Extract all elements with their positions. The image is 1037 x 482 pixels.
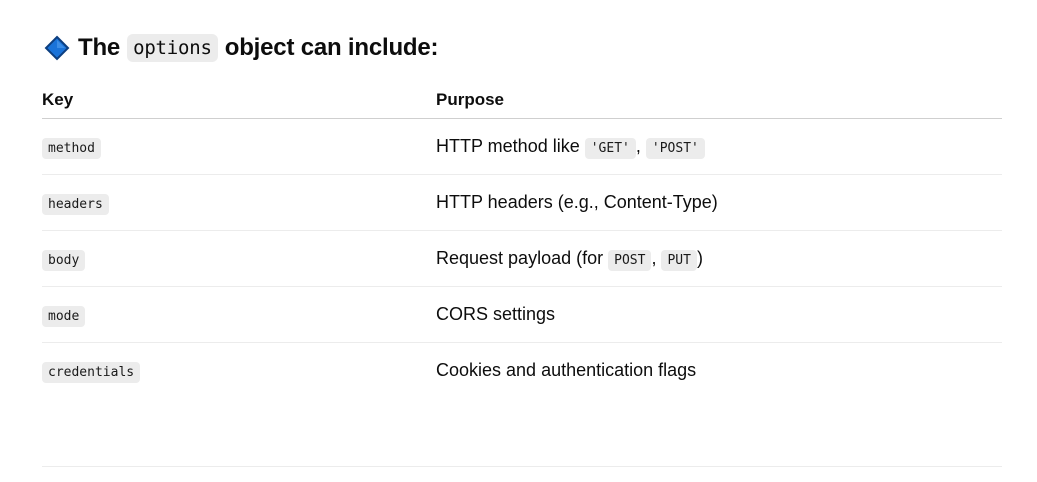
inline-code: 'GET' <box>584 138 636 159</box>
purpose-cell: HTTP headers (e.g., Content-Type) <box>436 174 1002 231</box>
table-row: method HTTP method like 'GET', 'POST' <box>42 118 1002 175</box>
purpose-cell: Request payload (for POST, PUT) <box>436 230 1002 287</box>
heading-prefix: The <box>78 34 121 61</box>
divider <box>42 466 1002 467</box>
purpose-cell: Cookies and authentication flags <box>436 343 1002 399</box>
purpose-cell: CORS settings <box>436 286 1002 343</box>
key-cell: mode <box>42 286 436 343</box>
inline-code: PUT <box>661 250 697 271</box>
inline-code: POST <box>608 250 652 271</box>
blue-diamond-icon <box>44 35 70 61</box>
purpose-text: Request payload (for <box>436 248 604 268</box>
key-code: headers <box>42 194 109 215</box>
column-header-purpose: Purpose <box>436 82 1002 119</box>
table-row: body Request payload (for POST, PUT) <box>42 230 1002 287</box>
key-cell: credentials <box>42 343 436 399</box>
table-header-row: Key Purpose <box>42 82 1002 119</box>
key-cell: method <box>42 118 436 175</box>
purpose-cell: HTTP method like 'GET', 'POST' <box>436 118 1002 175</box>
table-row: credentials Cookies and authentication f… <box>42 343 1002 399</box>
purpose-text: HTTP headers (e.g., Content-Type) <box>436 192 718 212</box>
key-code: method <box>42 138 101 159</box>
table-row: mode CORS settings <box>42 286 1002 343</box>
key-code: credentials <box>42 362 141 383</box>
heading-suffix: object can include: <box>224 34 439 61</box>
purpose-text-end: ) <box>696 248 703 268</box>
page: The options object can include: Key Purp… <box>0 0 1037 482</box>
heading-code: options <box>127 34 218 62</box>
key-code: mode <box>42 306 86 327</box>
key-code: body <box>42 250 86 271</box>
inline-code: 'POST' <box>645 138 705 159</box>
table-row: headers HTTP headers (e.g., Content-Type… <box>42 174 1002 231</box>
key-cell: body <box>42 230 436 287</box>
column-header-key: Key <box>42 82 436 119</box>
key-cell: headers <box>42 174 436 231</box>
purpose-text: Cookies and authentication flags <box>436 360 697 380</box>
options-table: Key Purpose method HTTP method like 'GET… <box>42 82 1002 398</box>
purpose-text: HTTP method like <box>436 136 580 156</box>
section-heading: The options object can include: <box>44 30 439 66</box>
purpose-text: CORS settings <box>436 304 556 324</box>
